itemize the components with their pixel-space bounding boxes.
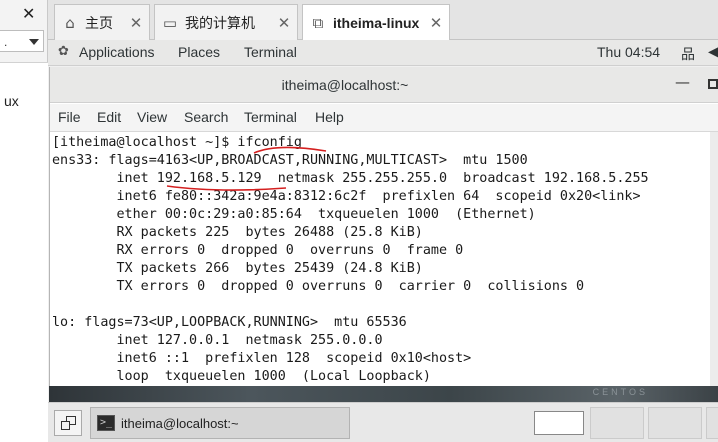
terminal-line: lo: flags=73<UP,LOOPBACK,RUNNING> mtu 65… — [52, 315, 407, 330]
taskbar-item-terminal[interactable]: >_ itheima@localhost:~ — [90, 407, 350, 439]
applications-menu[interactable]: Applications — [79, 44, 155, 60]
close-icon[interactable]: ✕ — [277, 14, 291, 32]
workspace-1[interactable] — [534, 411, 584, 435]
host-side-panel: ✕ . ux — [0, 0, 48, 442]
desktop-wallpaper: CENTOS — [49, 386, 718, 402]
terminal-menubar: File Edit View Search Terminal Help — [50, 104, 718, 132]
gnome-top-bar: ✿ Applications Places Terminal Thu 04:54… — [48, 40, 718, 66]
library-dropdown-value: . — [4, 35, 8, 49]
vm-icon: ⧉ — [312, 14, 324, 32]
show-desktop-button[interactable] — [54, 410, 82, 436]
places-menu[interactable]: Places — [178, 44, 220, 60]
terminal-line: TX errors 0 dropped 0 overruns 0 carrier… — [52, 279, 585, 294]
maximize-icon[interactable] — [708, 79, 718, 89]
tab-label: 主页 — [85, 14, 113, 31]
menu-terminal[interactable]: Terminal — [244, 109, 297, 125]
tab-my-computer[interactable]: ▭ 我的计算机 ✕ — [154, 4, 298, 40]
home-icon: ⌂ — [65, 13, 75, 32]
terminal-line: loop txqueuelen 1000 (Local Loopback) — [52, 369, 431, 384]
tab-label: itheima-linux — [333, 15, 420, 31]
terminal-output[interactable]: [itheima@localhost ~]$ ifconfig ens33: f… — [50, 133, 711, 387]
clock[interactable]: Thu 04:54 — [597, 44, 660, 60]
menu-help[interactable]: Help — [315, 109, 344, 125]
terminal-titlebar[interactable]: itheima@localhost:~ — — [50, 67, 718, 103]
terminal-line: inet 127.0.0.1 netmask 255.0.0.0 — [52, 333, 383, 348]
workspace-3[interactable] — [648, 407, 702, 439]
terminal-line: RX packets 225 bytes 26488 (25.8 KiB) — [52, 225, 423, 240]
computer-icon: ▭ — [162, 13, 178, 32]
menu-file[interactable]: File — [58, 109, 81, 125]
terminal-window: itheima@localhost:~ — File Edit View Sea… — [49, 67, 718, 389]
tab-label: 我的计算机 — [185, 14, 255, 31]
library-dropdown[interactable]: . — [0, 30, 44, 52]
annotation-underline-ip — [166, 185, 287, 191]
terminal-line: TX packets 266 bytes 25439 (24.8 KiB) — [52, 261, 423, 276]
library-list-item[interactable]: ux — [4, 93, 19, 109]
menu-search[interactable]: Search — [184, 109, 228, 125]
applications-icon: ✿ — [58, 44, 69, 59]
terminal-line: inet6 ::1 prefixlen 128 scopeid 0x10<hos… — [52, 351, 472, 366]
minimize-icon[interactable]: — — [675, 73, 690, 91]
terminal-line: ether 00:0c:29:a0:85:64 txqueuelen 1000 … — [52, 207, 536, 222]
terminal-app-menu[interactable]: Terminal — [244, 44, 297, 60]
close-icon[interactable]: ✕ — [129, 14, 143, 32]
window-icon — [61, 421, 70, 430]
network-icon[interactable]: 品 — [681, 44, 695, 64]
taskbar-item-label: itheima@localhost:~ — [121, 415, 239, 431]
terminal-line: RX errors 0 dropped 0 overruns 0 frame 0 — [52, 243, 464, 258]
terminal-icon: >_ — [97, 415, 115, 431]
terminal-scrollbar[interactable] — [710, 132, 718, 389]
guest-taskbar: >_ itheima@localhost:~ — [48, 402, 718, 442]
tab-home[interactable]: ⌂ 主页 ✕ — [54, 4, 150, 40]
close-icon[interactable]: ✕ — [22, 4, 35, 23]
workspace-4[interactable] — [706, 407, 718, 439]
chevron-down-icon[interactable] — [29, 39, 39, 45]
library-list: ux — [0, 62, 48, 442]
close-icon[interactable]: ✕ — [429, 14, 443, 32]
centos-watermark: CENTOS — [592, 387, 648, 397]
terminal-line: inet 192.168.5.129 netmask 255.255.255.0… — [52, 171, 649, 186]
vmware-window: ✕ . ux ⌂ 主页 ✕ ▭ 我的计算机 ✕ ⧉ itheima-linux … — [0, 0, 718, 442]
vm-tab-bar: ⌂ 主页 ✕ ▭ 我的计算机 ✕ ⧉ itheima-linux ✕ — [48, 0, 718, 41]
menu-edit[interactable]: Edit — [97, 109, 121, 125]
menu-view[interactable]: View — [137, 109, 167, 125]
window-title: itheima@localhost:~ — [281, 77, 409, 93]
tab-itheima-linux[interactable]: ⧉ itheima-linux ✕ — [302, 4, 450, 41]
workspace-2[interactable] — [590, 407, 644, 439]
annotation-underline-ifconfig — [253, 146, 327, 154]
volume-icon[interactable]: ◀ — [708, 44, 718, 60]
terminal-line: inet6 fe80::342a:9e4a:8312:6c2f prefixle… — [52, 189, 641, 204]
